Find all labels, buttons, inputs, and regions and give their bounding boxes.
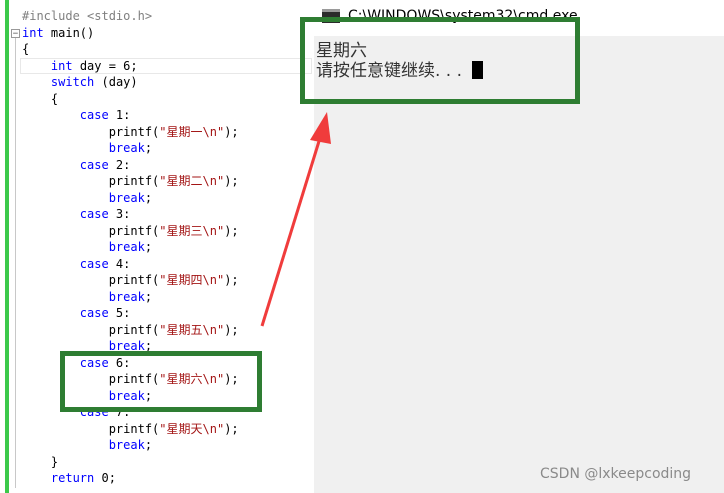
watermark: CSDN @lxkeepcoding	[540, 466, 692, 482]
arrow-shaft	[260, 137, 322, 327]
arrow-annotation	[260, 112, 331, 327]
arrow-head	[310, 112, 331, 144]
